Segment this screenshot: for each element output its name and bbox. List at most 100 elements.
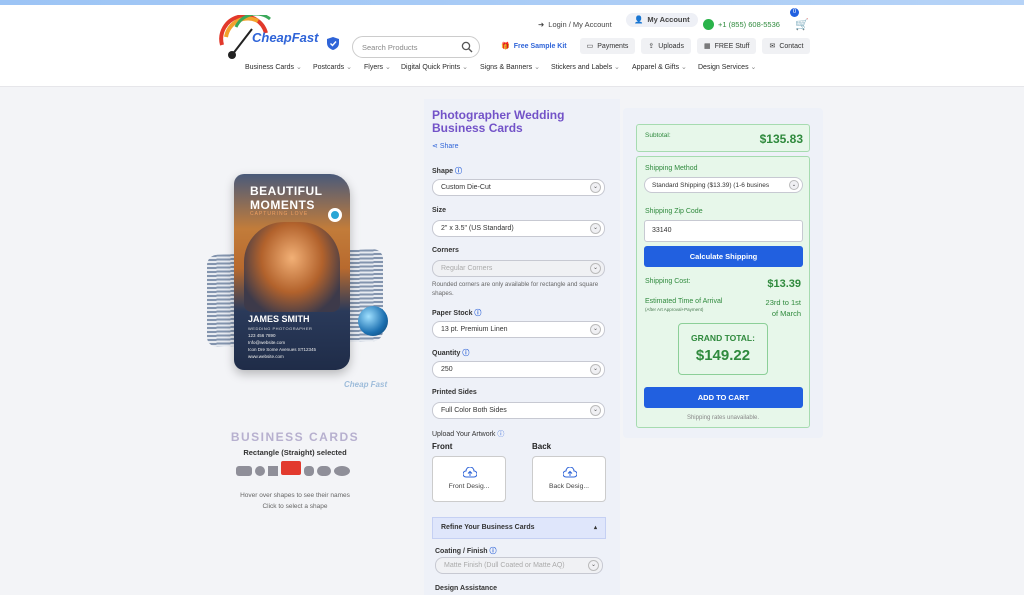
chevron-down-icon: ⌄ [590, 324, 601, 335]
subtotal-label: Subtotal: [645, 132, 671, 139]
chevron-down-icon: ⌄ [590, 263, 601, 274]
eta-sub: (After Art Approval+Payment) [645, 307, 704, 312]
card-icon: ▭ [586, 43, 594, 50]
shipping-box: Shipping Method Standard Shipping ($13.3… [636, 156, 810, 428]
upload-icon: ⇪ [648, 43, 655, 50]
chevron-down-icon: ⌄ [789, 180, 799, 190]
upload-artwork-label: Upload Your Artwork ⓘ [432, 431, 505, 438]
user-icon: 👤 [634, 15, 644, 24]
quantity-select[interactable]: 250 ⌄ [432, 361, 605, 378]
couple-photo [244, 222, 340, 312]
chevron-down-icon: ⌄ [588, 560, 599, 571]
glass-sphere [358, 306, 388, 336]
shield-icon [327, 37, 339, 50]
printed-sides-select[interactable]: Full Color Both Sides ⌄ [432, 402, 605, 419]
order-summary: Subtotal: $135.83 Shipping Method Standa… [623, 108, 823, 438]
shape-circle[interactable] [255, 466, 265, 476]
info-icon[interactable]: ⓘ [497, 431, 504, 438]
paper-stock-select[interactable]: 13 pt. Premium Linen ⌄ [432, 321, 605, 338]
grand-total-label: GRAND TOTAL: [691, 333, 755, 343]
nav-digital-quick-prints[interactable]: Digital Quick Prints [401, 63, 468, 71]
payments-button[interactable]: ▭ Payments [579, 38, 636, 54]
gift-icon: 🎁 [501, 43, 510, 50]
login-icon: ➜ [538, 19, 545, 29]
card-tagline: CAPTURING LOVE [250, 211, 309, 217]
search-placeholder: Search Products [362, 43, 418, 52]
shape-rectangle-selected[interactable] [281, 461, 301, 475]
design-assistance-label: Design Assistance [435, 585, 497, 592]
coating-select: Matte Finish (Dull Coated or Matte AQ) ⌄ [435, 557, 603, 574]
contact-button[interactable]: ✉ Contact [762, 38, 811, 54]
nav-flyers[interactable]: Flyers [364, 63, 391, 71]
card-preview: BEAUTIFUL MOMENTS CAPTURING LOVE JAMES S… [234, 174, 350, 370]
card-name: JAMES SMITH [248, 314, 310, 324]
info-icon[interactable]: ⓘ [462, 350, 469, 357]
shipping-method-label: Shipping Method [645, 165, 698, 172]
nav-design-services[interactable]: Design Services [698, 63, 756, 71]
shape-rounded-rect[interactable] [236, 466, 252, 476]
mail-icon: ✉ [769, 43, 776, 50]
shape-oval[interactable] [334, 466, 350, 476]
shape-picker [236, 461, 350, 476]
nav-stickers-labels[interactable]: Stickers and Labels [551, 63, 620, 71]
corners-note: Rounded corners are only available for r… [432, 281, 599, 297]
share-icon: ⋖ [432, 143, 440, 150]
subtotal-value: $135.83 [759, 132, 803, 146]
login-link[interactable]: ➜ Login / My Account [538, 17, 612, 31]
back-design-button[interactable]: Back Desig... [532, 456, 606, 502]
shipping-method-select[interactable]: Standard Shipping ($13.39) (1-6 busines ⌄ [644, 177, 803, 193]
zip-label: Shipping Zip Code [645, 208, 703, 215]
cart-icon: 🛒 [795, 19, 809, 31]
search-icon[interactable] [461, 41, 473, 53]
cart-count-badge: 0 [790, 8, 799, 17]
selected-shape-text: Rectangle (Straight) selected [243, 448, 347, 457]
zip-input[interactable]: 33140 [644, 220, 803, 242]
card-contact-info: 123 456 7890 Info@website.com Icon Dre S… [248, 333, 316, 359]
shape-oval-small[interactable] [317, 466, 331, 476]
nav-postcards[interactable]: Postcards [313, 63, 352, 71]
gift-box-icon: ▦ [703, 43, 711, 50]
cart-button[interactable]: 🛒 0 [790, 8, 809, 33]
share-button[interactable]: ⋖ Share [432, 142, 459, 150]
chevron-down-icon: ⌄ [590, 182, 601, 193]
uploads-button[interactable]: ⇪ Uploads [641, 38, 691, 54]
nav-apparel-gifts[interactable]: Apparel & Gifts [632, 63, 687, 71]
quantity-label: Quantity ⓘ [432, 350, 470, 357]
size-select[interactable]: 2" x 3.5" (US Standard) ⌄ [432, 220, 605, 237]
coating-label: Coating / Finish ⓘ [435, 548, 497, 555]
free-stuff-button[interactable]: ▦ FREE Stuff [696, 38, 757, 54]
chevron-down-icon: ⌄ [590, 223, 601, 234]
shape-label: Shape ⓘ [432, 168, 462, 175]
watermark-logo: Cheap Fast [344, 380, 388, 389]
refine-accordion[interactable]: Refine Your Business Cards ▴ [432, 517, 606, 539]
grand-total-value: $149.22 [695, 347, 751, 364]
shipping-unavailable-note: Shipping rates unavailable. [686, 415, 760, 421]
caret-up-icon: ▴ [593, 525, 597, 531]
size-label: Size [432, 207, 447, 214]
info-icon[interactable]: ⓘ [489, 548, 496, 555]
my-account-button[interactable]: 👤 My Account [626, 13, 698, 27]
free-sample-kit-link[interactable]: 🎁 Free Sample Kit [494, 38, 574, 54]
front-design-button[interactable]: Front Desig... [432, 456, 506, 502]
calculate-shipping-button[interactable]: Calculate Shipping [644, 246, 803, 267]
search-input[interactable]: Search Products [352, 36, 480, 58]
aperture-icon [328, 208, 342, 222]
add-to-cart-button[interactable]: ADD TO CART [644, 387, 803, 408]
info-icon[interactable]: ⓘ [474, 310, 481, 317]
nav-signs-banners[interactable]: Signs & Banners [480, 63, 540, 71]
shipping-cost-label: Shipping Cost: [645, 278, 691, 285]
shape-hint: Hover over shapes to see their names Cli… [240, 492, 350, 510]
info-icon[interactable]: ⓘ [455, 168, 462, 175]
shape-select[interactable]: Custom Die-Cut ⌄ [432, 179, 605, 196]
product-image[interactable]: BEAUTIFUL MOMENTS CAPTURING LOVE JAMES S… [200, 130, 410, 420]
phone-link[interactable]: +1 (855) 608-5536 [703, 17, 780, 31]
chevron-down-icon: ⌄ [590, 364, 601, 375]
shape-square[interactable] [268, 466, 278, 476]
shape-leaf[interactable] [304, 466, 314, 476]
nav-business-cards[interactable]: Business Cards [245, 63, 302, 71]
product-options-form: Photographer Wedding Business Cards ⋖ Sh… [424, 99, 620, 595]
product-title: Photographer Wedding Business Cards [432, 108, 565, 135]
back-heading: Back [532, 442, 552, 451]
logo-text: CheapFast [252, 30, 319, 45]
cloud-upload-icon [463, 467, 477, 478]
